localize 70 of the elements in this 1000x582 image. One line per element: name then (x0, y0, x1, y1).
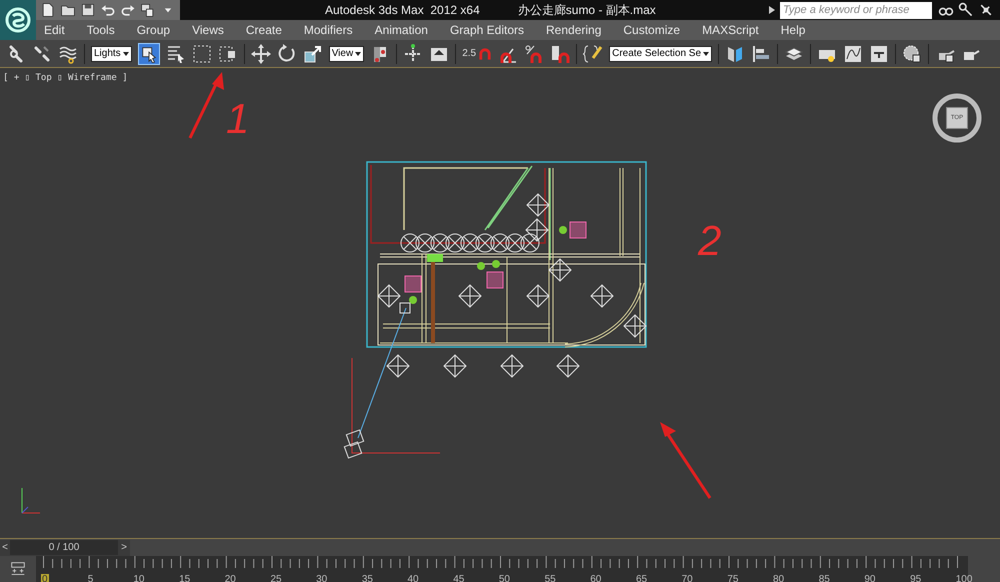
new-file-icon[interactable] (40, 2, 56, 18)
previous-frame-button[interactable]: < (0, 540, 10, 555)
annotation-number: 1 (226, 98, 250, 140)
menu-item[interactable]: Edit (44, 21, 65, 39)
menu-item[interactable]: Graph Editors (450, 21, 524, 39)
frame-number: 10 (132, 574, 146, 582)
search-field[interactable]: Type a keyword or phrase (780, 2, 932, 18)
viewcube-ring-icon[interactable] (932, 93, 982, 143)
menu-item[interactable]: MAXScript (702, 21, 759, 39)
curve-editor-icon[interactable] (843, 44, 864, 64)
menu-item[interactable]: Tools (86, 21, 115, 39)
selection-filter-dropdown[interactable]: Lights (91, 46, 132, 62)
percent-snap-icon[interactable] (524, 44, 544, 64)
frame-number: 35 (360, 574, 374, 582)
spinner-snap-icon[interactable] (550, 44, 570, 64)
menu-item[interactable]: Create (246, 21, 282, 39)
rectangle-selection-icon[interactable] (192, 44, 212, 64)
scale-icon[interactable] (302, 44, 323, 64)
frame-number: 55 (544, 574, 557, 582)
menu-item[interactable]: Rendering (546, 21, 602, 39)
frame-number: 40 (406, 574, 420, 582)
frame-number: 20 (224, 574, 237, 582)
frame-number: 5 (86, 574, 94, 582)
menu-item[interactable]: Modifiers (304, 21, 353, 39)
file-name: 办公走廊sumo - 副本.max (518, 2, 656, 19)
frame-number: 85 (818, 574, 831, 582)
frame-position: 0 / 100 (10, 540, 118, 555)
select-object-button[interactable] (138, 42, 160, 64)
move-icon[interactable] (250, 44, 271, 64)
app-title: Autodesk 3ds Max 2012 x64 (325, 2, 480, 19)
frame-number: 75 (726, 574, 740, 582)
frame-number: 45 (452, 574, 466, 582)
frame-number: 60 (589, 574, 602, 582)
frame-number: 95 (909, 574, 922, 582)
expand-icon[interactable] (768, 5, 776, 15)
frame-counter[interactable]: < 0 / 100 > (0, 540, 130, 556)
track-bar-icon[interactable] (9, 560, 27, 578)
frame-number: 65 (634, 574, 648, 582)
frame-number: 80 (772, 574, 786, 582)
menu-item[interactable]: Help (780, 21, 806, 39)
material-sphere-icon[interactable] (902, 44, 922, 64)
snap-value: 2.5 (462, 47, 476, 61)
annotation-arrow (188, 72, 224, 139)
frame-number: 25 (269, 574, 283, 582)
edit-named-selection-icon[interactable] (583, 44, 604, 64)
axis-tripod-icon (22, 488, 40, 514)
frame-number: 70 (680, 574, 694, 582)
rotate-icon[interactable] (276, 44, 297, 64)
named-selection-dropdown[interactable]: Create Selection Se (609, 46, 712, 62)
frame-number: 15 (178, 574, 192, 582)
frame-number: 50 (498, 574, 511, 582)
unlink-icon[interactable] (32, 44, 52, 64)
select-by-name-icon[interactable] (166, 44, 186, 64)
menu-item[interactable]: Views (192, 21, 224, 39)
menu-item[interactable]: Customize (623, 21, 680, 39)
align-icon[interactable] (751, 44, 772, 64)
menu-item[interactable]: Animation (374, 21, 428, 39)
frame-number: 90 (863, 574, 876, 582)
reference-coordinate-dropdown[interactable]: View (328, 46, 364, 62)
app-menu-button[interactable] (0, 0, 36, 40)
window-crossing-icon[interactable] (218, 44, 238, 64)
next-frame-button[interactable]: > (118, 540, 130, 555)
frame-number: 30 (315, 574, 328, 582)
frame-number: 0 (41, 574, 49, 582)
schematic-view-icon[interactable] (869, 44, 890, 64)
save-icon[interactable] (80, 2, 96, 18)
annotation-number: 2 (698, 220, 722, 262)
viewport-label[interactable]: [ + ▯ Top ▯ Wireframe ] (3, 72, 128, 86)
project-folder-icon[interactable] (140, 2, 156, 18)
menu-item[interactable]: Group (136, 21, 170, 39)
